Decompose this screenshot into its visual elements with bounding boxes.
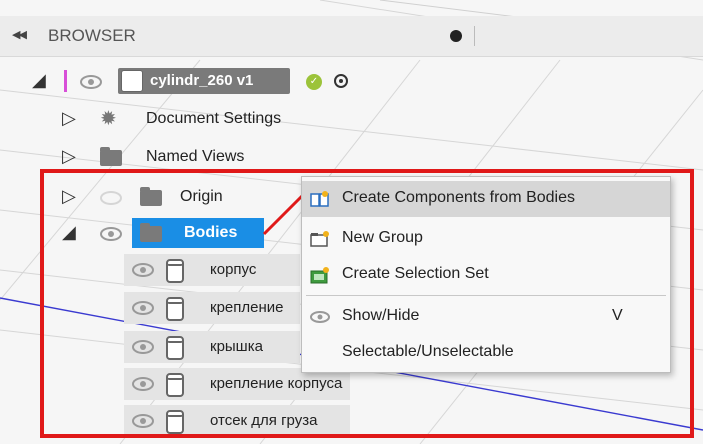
header-divider (474, 26, 475, 46)
collapse-panel-icon[interactable]: ◀◀ (12, 28, 27, 41)
collapsed-triangle-icon[interactable]: ▷ (62, 146, 76, 167)
browser-header: ◀◀ BROWSER (0, 16, 703, 57)
expanded-triangle-icon[interactable]: ◢ (32, 70, 46, 91)
tree-item-label: Named Views (146, 148, 245, 165)
gear-icon: ✹ (100, 108, 117, 130)
collapsed-triangle-icon[interactable]: ▷ (62, 108, 76, 129)
folder-icon (100, 147, 122, 166)
link-badge-icon: ✓ (306, 74, 322, 90)
tree-row-component[interactable]: ◢ cylindr_260 v1 ✓ (0, 64, 400, 98)
component-name[interactable]: cylindr_260 v1 (150, 72, 253, 89)
activate-radio-icon[interactable] (334, 74, 348, 88)
browser-title: BROWSER (48, 26, 136, 45)
annotation-highlight-box (40, 169, 694, 438)
tree-item-label: Document Settings (146, 110, 282, 127)
eye-icon[interactable] (80, 75, 102, 89)
tree-row-document-settings[interactable]: ▷ ✹ Document Settings (0, 102, 400, 136)
pin-icon[interactable] (450, 30, 462, 42)
component-icon (121, 70, 143, 92)
activation-marker (64, 70, 67, 92)
